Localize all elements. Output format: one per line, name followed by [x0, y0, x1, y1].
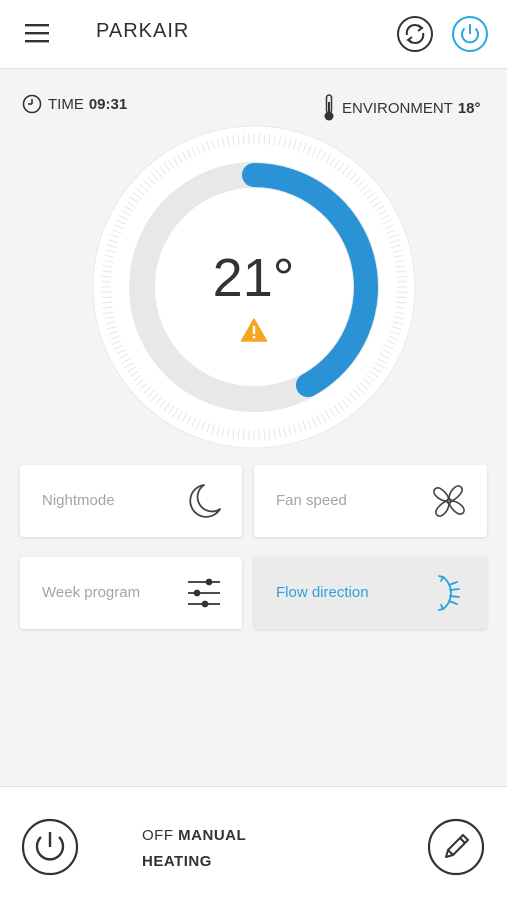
time-label: TIME — [48, 96, 84, 113]
power-state-text: OFF — [142, 827, 174, 844]
flow-direction-label: Flow direction — [276, 584, 369, 601]
warning-icon — [240, 317, 268, 343]
status-footer: OFF MANUAL HEATING — [0, 786, 507, 901]
nightmode-label: Nightmode — [42, 492, 115, 509]
current-temperature: 21° — [0, 248, 507, 308]
sliders-icon — [184, 573, 224, 613]
environment-value: 18° — [458, 100, 481, 117]
week-program-button[interactable]: Week program — [20, 557, 242, 629]
clock-icon — [22, 94, 42, 114]
time-value: 09:31 — [89, 96, 127, 113]
app-header: PARKAIR — [0, 0, 507, 69]
fan-icon — [429, 481, 469, 521]
dial-tick — [264, 430, 265, 440]
airflow-icon — [429, 573, 469, 613]
dial-tick — [243, 430, 244, 440]
power-icon[interactable] — [21, 818, 79, 876]
pencil-icon[interactable] — [427, 818, 485, 876]
week-program-label: Week program — [42, 584, 140, 601]
mode-text: MANUAL — [178, 827, 246, 844]
nightmode-button[interactable]: Nightmode — [20, 465, 242, 537]
mode-status: OFF MANUAL HEATING — [142, 823, 246, 875]
sync-icon[interactable] — [396, 15, 434, 53]
time-display: TIME 09:31 — [22, 94, 127, 114]
dial-tick — [243, 134, 244, 144]
app-title: PARKAIR — [96, 20, 189, 43]
fan-speed-button[interactable]: Fan speed — [254, 465, 487, 537]
flow-direction-button[interactable]: Flow direction — [254, 557, 487, 629]
power-icon[interactable] — [451, 15, 489, 53]
environment-display: ENVIRONMENT 18° — [322, 94, 481, 122]
hamburger-menu-icon[interactable] — [24, 21, 52, 45]
heating-text: HEATING — [142, 849, 246, 875]
moon-icon — [184, 481, 224, 521]
dial-tick — [264, 134, 265, 144]
thermometer-icon — [322, 94, 336, 122]
environment-label: ENVIRONMENT — [342, 100, 453, 117]
fan-speed-label: Fan speed — [276, 492, 347, 509]
